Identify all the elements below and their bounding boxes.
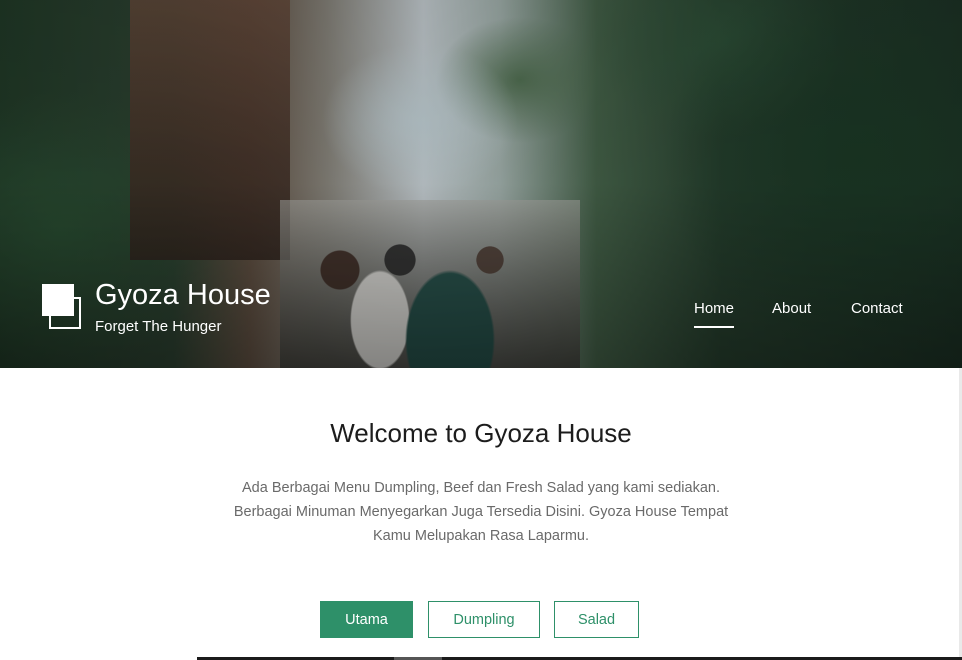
filter-utama-button[interactable]: Utama [320, 601, 413, 638]
page-title: Welcome to Gyoza House [330, 418, 632, 448]
menu-filter-group: Utama Dumpling Salad [0, 601, 962, 638]
main-nav: Home About Contact [0, 300, 962, 330]
hero-banner: Gyoza House Forget The Hunger Home About… [0, 0, 962, 368]
intro-line: Kamu Melupakan Rasa Laparmu. [372, 528, 589, 544]
nav-item-home[interactable]: Home [694, 300, 735, 328]
filter-dumpling-button[interactable]: Dumpling [428, 601, 540, 638]
nav-item-contact[interactable]: Contact [851, 300, 903, 317]
intro-line: Ada Berbagai Menu Dumpling, Beef dan Fre… [242, 480, 720, 496]
nav-item-about[interactable]: About [772, 300, 811, 317]
filter-salad-button[interactable]: Salad [554, 601, 639, 638]
intro-paragraph: Ada Berbagai Menu Dumpling, Beef dan Fre… [231, 476, 731, 548]
intro-line: Berbagai Minuman Menyegarkan Juga Tersed… [233, 504, 729, 520]
